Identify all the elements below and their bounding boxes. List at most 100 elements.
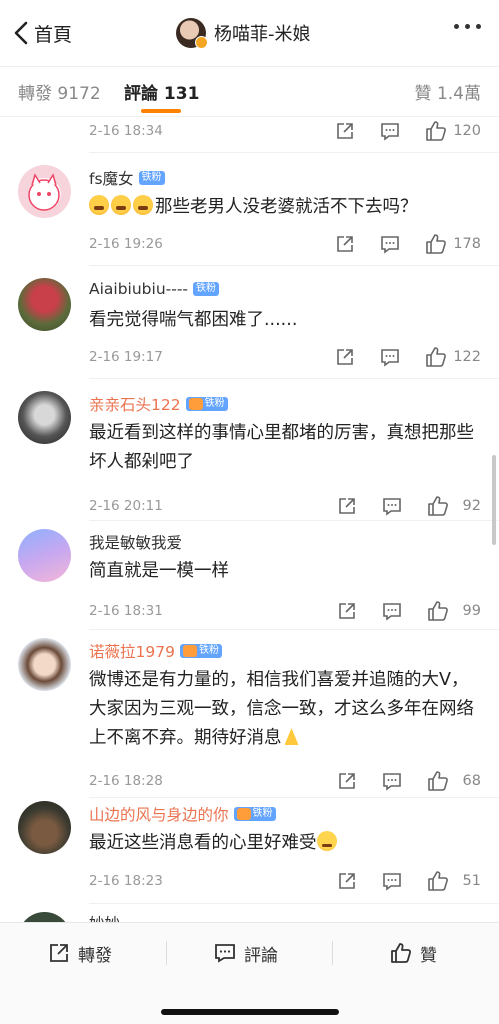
like-button[interactable]: 120 <box>425 120 481 142</box>
divider <box>89 265 499 266</box>
comment-author[interactable]: fs魔女 铁粉 <box>89 167 165 189</box>
comment-text: 最近这些消息看的心里好难受 <box>89 829 484 858</box>
tab-comment[interactable]: 評論 131 <box>124 79 199 104</box>
tab-like[interactable]: 贊 1.4萬 <box>415 79 481 104</box>
comment-body: 最近这些消息看的心里好难受 <box>89 833 317 853</box>
comment-author[interactable]: 亲亲石头122 铁粉 <box>89 393 228 415</box>
back-button[interactable]: 首頁 <box>12 18 72 48</box>
like-count: 178 <box>453 236 481 252</box>
like-button[interactable]: 68 <box>427 770 481 792</box>
top-nav-bar: 首頁 杨喵菲-米娘 <box>0 0 499 66</box>
avatar[interactable] <box>18 638 71 691</box>
profile-title[interactable]: 杨喵菲-米娘 <box>176 16 311 50</box>
like-button[interactable]: 贊 <box>390 940 437 966</box>
like-button[interactable]: 122 <box>425 346 481 368</box>
comment-icon[interactable] <box>382 771 402 791</box>
share-icon[interactable] <box>335 347 355 367</box>
comment-icon[interactable] <box>380 121 400 141</box>
comment-button[interactable]: 評論 <box>214 940 278 966</box>
dot-icon <box>465 24 470 29</box>
comment-meta: 2-16 19:17 122 <box>89 346 481 368</box>
author-name: 我是敏敏我爱 <box>89 534 183 552</box>
heart-icon <box>182 645 197 657</box>
share-icon[interactable] <box>337 771 357 791</box>
page-title: 杨喵菲-米娘 <box>214 24 311 45</box>
comment-text: 那些老男人没老婆就活不下去吗？ <box>89 193 484 222</box>
comment-icon[interactable] <box>380 347 400 367</box>
comment-time: 2-16 19:26 <box>89 236 163 252</box>
divider <box>166 941 167 965</box>
like-button[interactable]: 178 <box>425 233 481 255</box>
share-icon[interactable] <box>337 496 357 516</box>
divider <box>89 903 499 904</box>
comment-time: 2-16 18:23 <box>89 873 163 889</box>
fan-badge: 铁粉 <box>185 397 228 411</box>
back-label: 首頁 <box>34 23 73 46</box>
comment-meta: 2-16 18:28 68 <box>89 770 481 792</box>
share-icon[interactable] <box>337 871 357 891</box>
avatar[interactable] <box>176 18 208 49</box>
comment-label: 評論 <box>244 945 278 966</box>
more-options-button[interactable] <box>454 24 481 29</box>
avatar[interactable] <box>18 801 71 854</box>
like-label: 贊 <box>420 945 437 966</box>
tab-repost[interactable]: 轉發 9172 <box>18 79 101 104</box>
comment-meta: 2-16 18:31 99 <box>89 600 481 622</box>
comment-time: 2-16 18:34 <box>89 123 163 139</box>
thumbs-up-icon <box>428 771 448 791</box>
like-count: 51 <box>462 873 481 889</box>
comment-author[interactable]: Aiaibiubiu---- 铁粉 <box>89 280 220 298</box>
home-indicator <box>161 1009 339 1015</box>
divider <box>89 629 499 630</box>
fan-badge: 铁粉 <box>233 807 276 821</box>
comment-author[interactable]: 妙妙 <box>89 912 120 922</box>
thumbs-up-icon <box>428 871 448 891</box>
repost-button[interactable]: 轉發 <box>48 940 112 966</box>
author-name: 妙妙 <box>89 912 120 922</box>
thumbs-up-icon <box>426 234 447 254</box>
share-icon[interactable] <box>335 121 355 141</box>
fan-badge: 铁粉 <box>138 171 165 185</box>
divider <box>89 378 499 379</box>
like-count: 122 <box>453 349 481 365</box>
badge-label: 铁粉 <box>204 398 225 409</box>
dot-icon <box>476 24 481 29</box>
avatar[interactable] <box>18 391 71 444</box>
comment-author[interactable]: 我是敏敏我爱 <box>89 531 182 553</box>
divider <box>89 152 499 153</box>
chevron-left-icon <box>14 21 28 45</box>
divider <box>89 797 499 798</box>
comment-icon[interactable] <box>382 601 402 621</box>
like-count: 99 <box>462 603 481 619</box>
comment-list[interactable]: 2-16 18:34 120 fs魔女 铁粉 那些老男人没老婆就活不下去吗？ 2… <box>0 117 499 922</box>
avatar[interactable] <box>18 278 71 331</box>
avatar[interactable] <box>18 912 71 922</box>
fan-badge: 铁粉 <box>179 644 222 658</box>
scrollbar[interactable] <box>492 455 496 545</box>
comment-icon[interactable] <box>380 234 400 254</box>
dot-icon <box>454 24 459 29</box>
author-name: 诺薇拉1979 <box>89 643 175 661</box>
angry-face-icon <box>111 195 131 215</box>
like-button[interactable]: 51 <box>427 870 481 892</box>
like-count: 68 <box>462 773 481 789</box>
share-icon[interactable] <box>337 601 357 621</box>
comment-meta: 2-16 18:23 51 <box>89 870 481 892</box>
thumbs-up-icon <box>426 347 447 367</box>
heart-icon <box>188 398 203 410</box>
comment-icon[interactable] <box>382 496 402 516</box>
angry-face-icon <box>133 195 153 215</box>
share-icon[interactable] <box>335 234 355 254</box>
comment-author[interactable]: 山边的风与身边的你 铁粉 <box>89 803 276 825</box>
avatar[interactable] <box>18 165 71 218</box>
avatar[interactable] <box>18 529 71 582</box>
comment-text: 看完觉得喘气都困难了...... <box>89 310 298 330</box>
sad-face-icon <box>316 831 337 851</box>
badge-label: 铁粉 <box>252 808 273 819</box>
comment-text: 微博还是有力量的，相信我们喜爱并追随的大V，大家因为三观一致，信念一致，才这么多… <box>89 666 484 753</box>
like-button[interactable]: 99 <box>427 600 481 622</box>
like-button[interactable]: 92 <box>427 495 481 517</box>
author-name: fs魔女 <box>89 170 134 188</box>
comment-icon[interactable] <box>382 871 402 891</box>
comment-author[interactable]: 诺薇拉1979 铁粉 <box>89 640 222 662</box>
